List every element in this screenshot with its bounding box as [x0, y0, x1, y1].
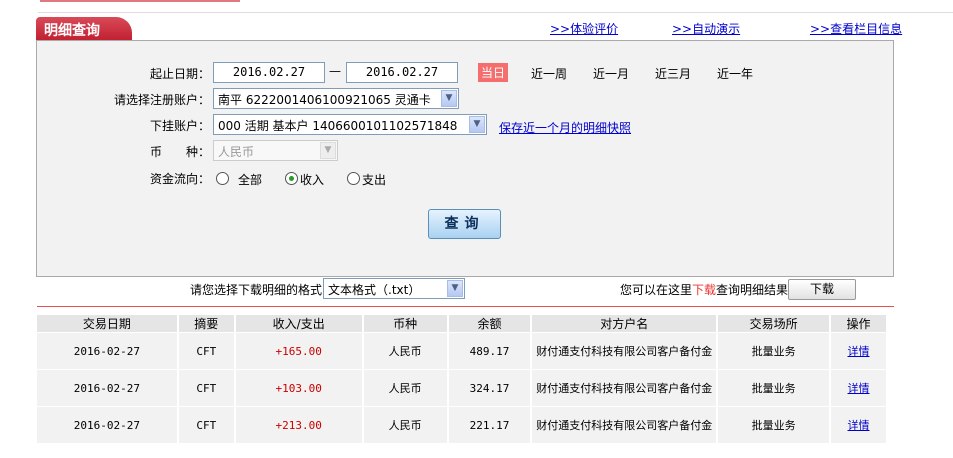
- cell-venue: 批量业务: [717, 332, 832, 370]
- account-value: 南平 6222001406100921065 灵通卡: [218, 93, 431, 107]
- table-row: 2016-02-27 CFT +103.00 人民币 324.17 财付通支付科技有限公司…: [37, 369, 888, 407]
- end-date-input[interactable]: 2016.02.27: [346, 62, 458, 83]
- flow-all-label: 全部: [238, 173, 263, 187]
- cell-summary: CFT: [177, 332, 236, 370]
- cell-summary: CFT: [177, 406, 236, 444]
- breadcrumb: [40, 0, 240, 2]
- chevron-down-icon: ▼: [320, 142, 336, 159]
- download-hint: 您可以在这里下载查询明细结果: [620, 281, 788, 298]
- cell-action: 详情: [830, 369, 888, 407]
- range-year[interactable]: 近一年: [717, 65, 753, 82]
- format-label: 请您选择下载明细的格式: [190, 283, 323, 297]
- flow-income-label: 收入: [300, 173, 325, 187]
- col-header: 币种: [362, 315, 449, 333]
- transactions-table: 交易日期 摘要 收入/支出 币种 余额 对方户名 交易场所 操作 2016-02…: [37, 315, 888, 444]
- col-header: 操作: [830, 315, 888, 333]
- link-column-info[interactable]: >>查看栏目信息: [810, 20, 902, 37]
- details-link[interactable]: 详情: [848, 382, 870, 395]
- chevron-down-icon: ▼: [441, 90, 457, 107]
- chevron-down-icon: ▼: [469, 116, 485, 133]
- chevron-down-icon: ▼: [447, 280, 463, 297]
- format-select[interactable]: 文本格式（.txt） ▼: [323, 278, 465, 299]
- cell-venue: 批量业务: [717, 406, 832, 444]
- divider: [37, 306, 894, 307]
- cell-counterparty: 财付通支付科技有限公司客户备付金: [531, 406, 719, 444]
- table-row: 2016-02-27 CFT +165.00 人民币 489.17 财付通支付科技有限公司…: [37, 332, 888, 370]
- page-title-tab: 明细查询: [36, 17, 132, 41]
- currency-value: 人民币: [218, 145, 255, 159]
- download-button[interactable]: 下载: [788, 279, 856, 300]
- flow-radio-income[interactable]: [285, 172, 298, 185]
- col-header: 收入/支出: [234, 315, 364, 333]
- range-three-months[interactable]: 近三月: [655, 65, 691, 82]
- table-row: 2016-02-27 CFT +213.00 人民币 221.17 财付通支付科技有限公司…: [37, 406, 888, 444]
- currency-label: 币 种：: [149, 145, 210, 159]
- cell-venue: 批量业务: [717, 369, 832, 407]
- cell-date: 2016-02-27: [37, 332, 179, 370]
- link-demo[interactable]: >>自动演示: [672, 20, 740, 37]
- cell-date: 2016-02-27: [37, 369, 179, 407]
- hint-highlight: 下载: [692, 283, 717, 297]
- account-label: 请选择注册账户：: [113, 93, 210, 107]
- date-dash: —: [329, 64, 341, 78]
- cell-amount: +165.00: [234, 332, 364, 370]
- cell-amount: +213.00: [234, 406, 364, 444]
- format-value: 文本格式（.txt）: [328, 283, 421, 297]
- hint-text: 查询明细结果: [716, 283, 789, 297]
- cell-date: 2016-02-27: [37, 406, 179, 444]
- sub-account-label: 下挂账户：: [149, 119, 210, 133]
- start-date-input[interactable]: 2016.02.27: [213, 62, 325, 83]
- account-select[interactable]: 南平 6222001406100921065 灵通卡 ▼: [213, 88, 459, 109]
- cell-balance: 489.17: [447, 332, 533, 370]
- flow-radio-all[interactable]: [216, 172, 229, 185]
- details-link[interactable]: 详情: [848, 419, 870, 432]
- hint-text: 您可以在这里: [620, 283, 693, 297]
- cell-action: 详情: [830, 406, 888, 444]
- cell-summary: CFT: [177, 369, 236, 407]
- flow-label: 资金流向：: [149, 172, 210, 186]
- link-rate[interactable]: >>体验评价: [550, 20, 618, 37]
- cell-action: 详情: [830, 332, 888, 370]
- range-week[interactable]: 近一周: [531, 65, 567, 82]
- date-label: 起止日期：: [149, 67, 210, 81]
- col-header: 交易日期: [37, 315, 179, 333]
- sub-account-value: 000 活期 基本户 1406600101102571848: [218, 119, 458, 133]
- col-header: 对方户名: [531, 315, 719, 333]
- currency-select[interactable]: 人民币 ▼: [213, 140, 338, 161]
- table-header: 交易日期 摘要 收入/支出 币种 余额 对方户名 交易场所 操作: [37, 315, 888, 333]
- cell-balance: 221.17: [447, 406, 533, 444]
- range-month[interactable]: 近一月: [593, 65, 629, 82]
- sub-account-select[interactable]: 000 活期 基本户 1406600101102571848 ▼: [213, 114, 487, 135]
- details-link[interactable]: 详情: [848, 345, 870, 358]
- cell-counterparty: 财付通支付科技有限公司客户备付金: [531, 369, 719, 407]
- col-header: 余额: [447, 315, 533, 333]
- snapshot-link[interactable]: 保存近一个月的明细快照: [499, 119, 631, 136]
- cell-counterparty: 财付通支付科技有限公司客户备付金: [531, 332, 719, 370]
- divider: [38, 12, 953, 13]
- flow-radio-expense[interactable]: [347, 172, 360, 185]
- range-today[interactable]: 当日: [478, 63, 509, 82]
- col-header: 交易场所: [717, 315, 832, 333]
- cell-currency: 人民币: [362, 369, 449, 407]
- cell-balance: 324.17: [447, 369, 533, 407]
- cell-currency: 人民币: [362, 406, 449, 444]
- cell-amount: +103.00: [234, 369, 364, 407]
- flow-expense-label: 支出: [362, 173, 387, 187]
- cell-currency: 人民币: [362, 332, 449, 370]
- query-button[interactable]: 查询: [428, 209, 501, 239]
- col-header: 摘要: [177, 315, 236, 333]
